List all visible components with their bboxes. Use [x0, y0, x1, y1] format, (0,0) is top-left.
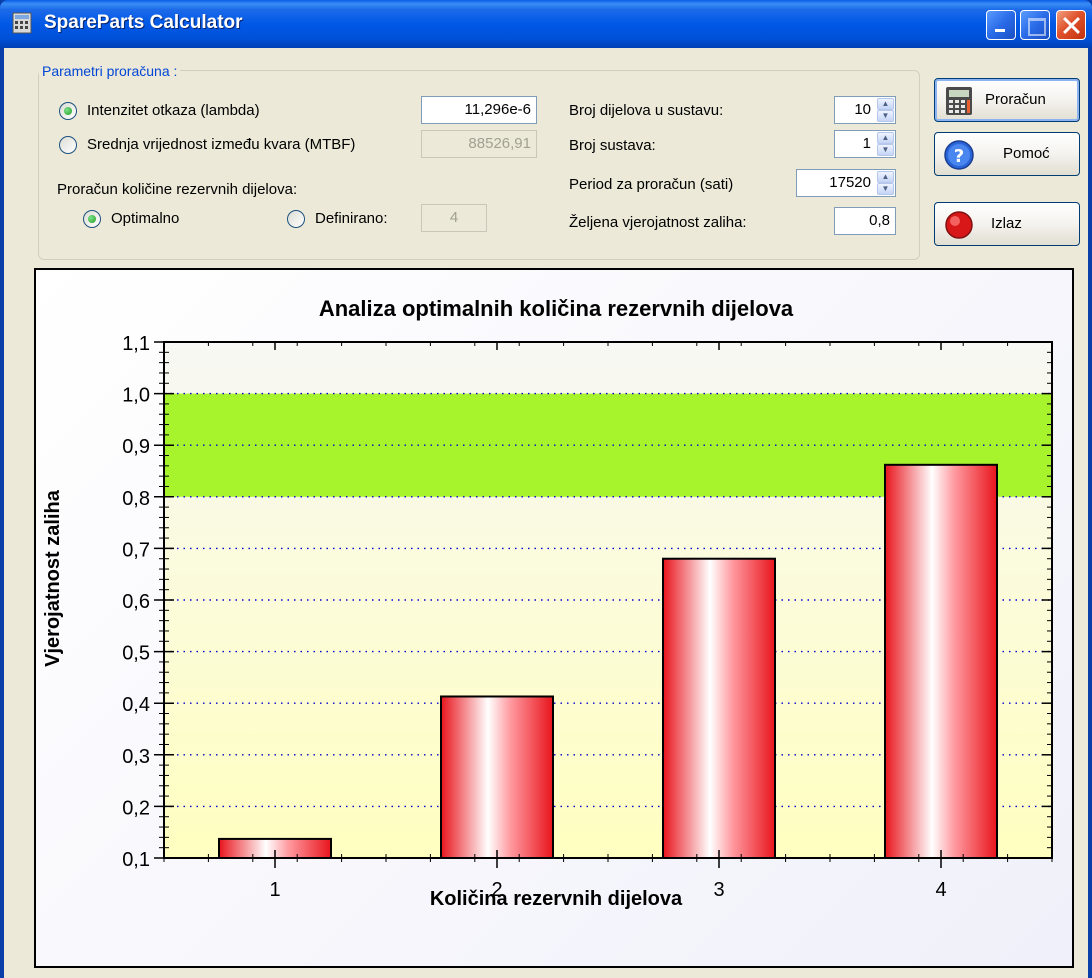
radio-mtbf-label: Srednja vrijednost između kvara (MTBF): [87, 136, 356, 153]
group-legend: Parametri proračuna :: [39, 63, 181, 79]
client-area: Parametri proračuna : Intenzitet otkaza …: [4, 48, 1088, 978]
radio-optimal-label: Optimalno: [111, 210, 180, 227]
radio-optimal[interactable]: [83, 210, 101, 228]
period-label: Period za proračun (sati): [569, 176, 734, 193]
spin-down-icon[interactable]: ▼: [877, 144, 894, 156]
y-axis-label: Vjerojatnost zaliha: [42, 490, 64, 667]
systems-count-arrows[interactable]: ▲ ▼: [877, 132, 894, 156]
y-tick-label: 0,3: [122, 746, 150, 768]
calc-quantity-label: Proračun količine rezervnih dijelova:: [57, 181, 298, 198]
probability-label: Željena vjerojatnost zaliha:: [569, 214, 747, 231]
lambda-input[interactable]: 11,296e-6: [421, 96, 537, 124]
exit-button-label: Izlaz: [991, 215, 1022, 232]
systems-count-value: 1: [862, 135, 871, 152]
defined-quantity-input[interactable]: 4: [421, 204, 487, 232]
spin-down-icon[interactable]: ▼: [877, 183, 894, 195]
help-icon: ?: [944, 140, 974, 170]
y-tick-label: 0,1: [122, 849, 150, 871]
y-tick-label: 0,4: [122, 694, 150, 716]
stop-icon: [945, 211, 973, 239]
minimize-button[interactable]: [986, 10, 1016, 40]
calculate-button[interactable]: Proračun: [934, 78, 1080, 122]
systems-count-label: Broj sustava:: [569, 137, 656, 154]
radio-mtbf[interactable]: [59, 136, 77, 154]
app-window: SpareParts Calculator Parametri proračun…: [0, 0, 1092, 978]
bar-chart: 0,10,20,30,40,50,60,70,80,91,01,11 2 3 4: [122, 333, 1053, 901]
period-spinner[interactable]: 17520 ▲ ▼: [796, 169, 896, 197]
chart-title: Analiza optimalnih količina rezervnih di…: [318, 296, 794, 321]
parts-count-label: Broj dijelova u sustavu:: [569, 102, 724, 119]
exit-button[interactable]: Izlaz: [934, 202, 1080, 246]
window-title: SpareParts Calculator: [44, 12, 243, 33]
title-bar[interactable]: SpareParts Calculator: [0, 0, 1092, 48]
y-tick-label: 1,0: [122, 385, 150, 407]
spin-up-icon[interactable]: ▲: [877, 132, 894, 144]
radio-lambda-label: Intenzitet otkaza (lambda): [87, 102, 260, 119]
bar-4: [884, 463, 998, 859]
parts-count-arrows[interactable]: ▲ ▼: [877, 98, 894, 122]
app-icon: [12, 12, 32, 34]
help-button[interactable]: ? Pomoć: [934, 132, 1080, 176]
period-arrows[interactable]: ▲ ▼: [877, 171, 894, 195]
chart-panel: 0,1 0,2 0,3 0,4 0,5 0,6 0,7 0,8 0,9 1,0 1,1 1 2 3 4 An…: [34, 268, 1074, 968]
calculate-button-label: Proračun: [985, 91, 1046, 108]
y-tick-label: 0,7: [122, 539, 150, 561]
spin-down-icon[interactable]: ▼: [877, 110, 894, 122]
parameters-group: Parametri proračuna : Intenzitet otkaza …: [38, 63, 920, 260]
calculator-icon: [946, 87, 972, 115]
spin-up-icon[interactable]: ▲: [877, 98, 894, 110]
x-axis-label: Količina rezervnih dijelova: [429, 888, 683, 910]
period-value: 17520: [829, 174, 871, 191]
spin-up-icon[interactable]: ▲: [877, 171, 894, 183]
y-tick-label: 0,9: [122, 436, 150, 458]
bar-3: [662, 557, 776, 859]
y-tick-label: 0,5: [122, 643, 150, 665]
svg-text:?: ?: [954, 146, 964, 167]
radio-lambda[interactable]: [59, 102, 77, 120]
mtbf-input[interactable]: 88526,91: [421, 130, 537, 158]
radio-defined-label: Definirano:: [315, 210, 388, 227]
y-tick-label: 1,1: [122, 333, 150, 355]
parts-count-spinner[interactable]: 10 ▲ ▼: [834, 96, 896, 124]
radio-defined[interactable]: [287, 210, 305, 228]
parts-count-value: 10: [854, 101, 871, 118]
systems-count-spinner[interactable]: 1 ▲ ▼: [834, 130, 896, 158]
y-tick-label: 0,8: [122, 488, 150, 510]
y-tick-label: 0,6: [122, 591, 150, 613]
probability-input[interactable]: 0,8: [834, 207, 896, 235]
maximize-button[interactable]: [1020, 10, 1050, 40]
help-button-label: Pomoć: [1003, 145, 1050, 162]
close-button[interactable]: [1056, 10, 1086, 40]
y-tick-label: 0,2: [122, 797, 150, 819]
bar-2: [440, 695, 554, 859]
